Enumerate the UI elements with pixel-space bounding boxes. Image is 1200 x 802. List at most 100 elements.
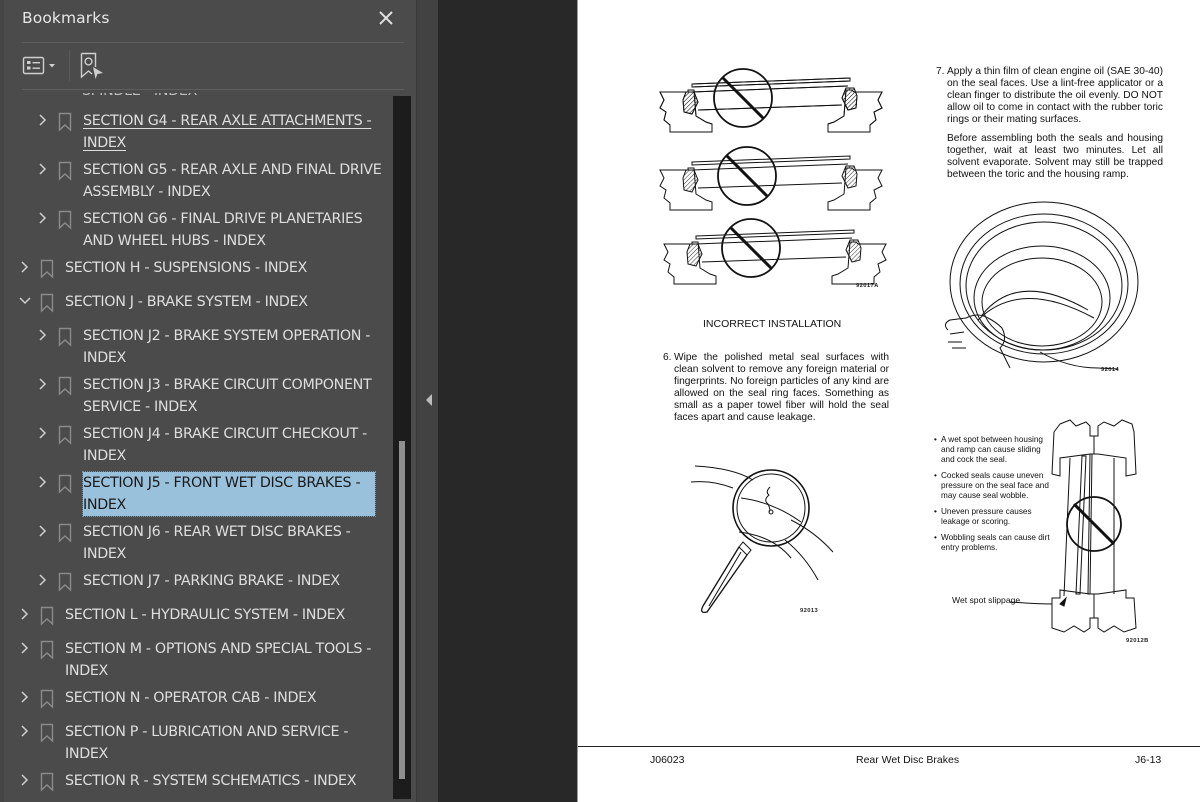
- chevron-down-icon[interactable]: [18, 294, 32, 308]
- bookmark-label-line: SECTION J5 - FRONT WET DISC BRAKES -: [83, 475, 361, 491]
- bookmark-label-line: INDEX: [83, 546, 126, 562]
- bookmark-label-line: SECTION N - OPERATOR CAB - INDEX: [65, 690, 317, 706]
- bookmark-item[interactable]: SECTION J2 - BRAKE SYSTEM OPERATION - IND…: [0, 325, 396, 369]
- bookmark-label[interactable]: SECTION M - OPTIONS AND SPECIAL TOOLS - I…: [65, 638, 371, 682]
- bookmark-icon: [58, 376, 72, 396]
- bookmark-item[interactable]: SECTION M - OPTIONS AND SPECIAL TOOLS - I…: [0, 638, 396, 682]
- bookmark-label-line: AND WHEEL HUBS - INDEX: [83, 233, 266, 249]
- divider: [22, 42, 404, 43]
- bookmark-label[interactable]: SECTION L - HYDRAULIC SYSTEM - INDEX: [65, 604, 345, 626]
- step-7-note: Before assembling both the seals and hou…: [947, 133, 1163, 181]
- chevron-right-icon[interactable]: [36, 475, 50, 489]
- bookmark-icon: [58, 210, 72, 230]
- options-menu-button[interactable]: [22, 53, 62, 79]
- bookmark-icon: [40, 293, 54, 313]
- seal-ring-figure: [938, 200, 1138, 375]
- bookmark-label[interactable]: SECTION R - SYSTEM SCHEMATICS - INDEX: [65, 770, 357, 792]
- bookmark-label[interactable]: SECTION J - BRAKE SYSTEM - INDEX: [65, 291, 308, 313]
- bookmark-label[interactable]: SECTION P - LUBRICATION AND SERVICE - IND…: [65, 721, 349, 765]
- collapse-arrow-icon[interactable]: [425, 393, 433, 407]
- find-current-bookmark-button[interactable]: [78, 51, 106, 81]
- bookmark-label-line: SECTION G6 - FINAL DRIVE PLANETARIES: [83, 211, 363, 227]
- bookmark-label-line: INDEX: [65, 663, 108, 679]
- bookmark-label-line: ASSEMBLY - INDEX: [83, 184, 211, 200]
- bookmark-item[interactable]: SECTION R - SYSTEM SCHEMATICS - INDEX: [0, 770, 396, 792]
- chevron-right-icon[interactable]: [18, 773, 32, 787]
- bookmark-label-line: SECTION J2 - BRAKE SYSTEM OPERATION -: [83, 328, 371, 344]
- bookmark-label[interactable]: SECTION J3 - BRAKE CIRCUIT COMPONENT SERV…: [83, 374, 372, 418]
- chevron-right-icon[interactable]: [36, 162, 50, 176]
- bookmark-label[interactable]: SECTION N - OPERATOR CAB - INDEX: [65, 687, 317, 709]
- bookmark-item[interactable]: SECTION J6 - REAR WET DISC BRAKES - INDEX: [0, 521, 396, 565]
- bookmark-icon: [58, 161, 72, 181]
- chevron-right-icon[interactable]: [18, 641, 32, 655]
- bookmark-label-line: SECTION J7 - PARKING BRAKE - INDEX: [83, 573, 340, 589]
- bookmark-label-line: SECTION J4 - BRAKE CIRCUIT CHECKOUT -: [83, 426, 367, 442]
- figure-caption: INCORRECT INSTALLATION: [703, 318, 842, 330]
- divider: [22, 89, 404, 90]
- chevron-right-icon[interactable]: [36, 573, 50, 587]
- bookmark-item[interactable]: SECTION G5 - REAR AXLE AND FINAL DRIVE AS…: [0, 159, 396, 203]
- chevron-right-icon[interactable]: [36, 328, 50, 342]
- chevron-right-icon[interactable]: [36, 426, 50, 440]
- footer-page-number: J6-13: [1135, 754, 1162, 766]
- bookmark-item[interactable]: SECTION J5 - FRONT WET DISC BRAKES - INDE…: [0, 471, 396, 517]
- figure-id: 92017A: [856, 283, 879, 289]
- bookmark-label-line: INDEX: [83, 135, 126, 151]
- bookmark-label-line: SECTION R - SYSTEM SCHEMATICS - INDEX: [65, 773, 357, 789]
- bookmark-label-line: INDEX: [83, 497, 126, 513]
- toolbar-separator: [69, 50, 70, 81]
- bookmark-icon: [40, 259, 54, 279]
- step-text: Wipe the polished metal seal surfaces wi…: [674, 352, 889, 424]
- bookmark-label[interactable]: SECTION J6 - REAR WET DISC BRAKES - INDEX: [83, 521, 351, 565]
- bookmark-label[interactable]: SECTION G4 - REAR AXLE ATTACHMENTS - INDE…: [83, 110, 372, 154]
- wet-spot-label: Wet spot slippage: [952, 595, 1021, 605]
- chevron-right-icon[interactable]: [36, 524, 50, 538]
- close-panel-button[interactable]: [375, 8, 397, 30]
- bookmark-label[interactable]: SECTION J2 - BRAKE SYSTEM OPERATION - IND…: [83, 325, 370, 369]
- find-current-bookmark-icon: [80, 52, 103, 79]
- chevron-right-icon[interactable]: [18, 690, 32, 704]
- chevron-right-icon[interactable]: [18, 260, 32, 274]
- bookmark-label[interactable]: SECTION J7 - PARKING BRAKE - INDEX: [83, 570, 340, 592]
- options-list-icon: [22, 56, 55, 75]
- bookmark-label[interactable]: SECTION G5 - REAR AXLE AND FINAL DRIVE AS…: [83, 159, 382, 203]
- bookmark-label[interactable]: SECTION H - SUSPENSIONS - INDEX: [65, 257, 307, 279]
- bookmark-icon: [40, 606, 54, 626]
- dropdown-caret-icon: [49, 64, 55, 68]
- bookmark-item[interactable]: SECTION N - OPERATOR CAB - INDEX: [0, 687, 396, 709]
- bookmark-item[interactable]: SECTION J4 - BRAKE CIRCUIT CHECKOUT - IND…: [0, 423, 396, 467]
- bookmark-label[interactable]: SECTION G6 - FINAL DRIVE PLANETARIES AND …: [83, 208, 363, 252]
- bookmark-label-line: INDEX: [65, 746, 108, 762]
- bookmark-item[interactable]: SECTION J7 - PARKING BRAKE - INDEX: [0, 570, 396, 592]
- figure-id: 92012B: [1126, 638, 1149, 644]
- bookmark-item[interactable]: SECTION J - BRAKE SYSTEM - INDEX: [0, 291, 396, 313]
- chevron-right-icon[interactable]: [36, 377, 50, 391]
- bookmark-item[interactable]: SECTION L - HYDRAULIC SYSTEM - INDEX: [0, 604, 396, 626]
- bookmark-label[interactable]: SECTION J5 - FRONT WET DISC BRAKES - INDE…: [82, 471, 376, 517]
- seal-diagram-2: [659, 155, 883, 211]
- chevron-right-icon[interactable]: [18, 607, 32, 621]
- step-6: 6. Wipe the polished metal seal surfaces…: [663, 352, 889, 425]
- bookmark-item[interactable]: SECTION P - LUBRICATION AND SERVICE - IND…: [0, 721, 396, 765]
- bookmark-item[interactable]: SECTION G6 - FINAL DRIVE PLANETARIES AND …: [0, 208, 396, 252]
- footer-rule: [578, 746, 1200, 747]
- figure-id: 92014: [1101, 367, 1120, 373]
- bookmark-label-line: SECTION J - BRAKE SYSTEM - INDEX: [65, 294, 308, 310]
- chevron-right-icon[interactable]: [36, 211, 50, 225]
- bookmark-item[interactable]: SECTION G4 - REAR AXLE ATTACHMENTS - INDE…: [0, 110, 396, 154]
- bookmark-label-partial: SPINDLE - INDEX: [82, 93, 197, 102]
- document-page: 92017A INCORRECT INSTALLATION 6. Wipe th…: [577, 0, 1200, 802]
- bookmark-label-line: INDEX: [83, 350, 126, 366]
- step-7: 7. Apply a thin film of clean engine oil…: [936, 66, 1163, 126]
- bookmark-item[interactable]: SECTION H - SUSPENSIONS - INDEX: [0, 257, 396, 279]
- bookmark-label-line: SECTION L - HYDRAULIC SYSTEM - INDEX: [65, 607, 345, 623]
- bookmark-item[interactable]: SECTION J3 - BRAKE CIRCUIT COMPONENT SERV…: [0, 374, 396, 418]
- chevron-right-icon[interactable]: [36, 113, 50, 127]
- bookmark-label[interactable]: SECTION J4 - BRAKE CIRCUIT CHECKOUT - IND…: [83, 423, 367, 467]
- step-number: 6.: [663, 352, 672, 363]
- bookmark-icon: [58, 112, 72, 132]
- chevron-right-icon[interactable]: [18, 724, 32, 738]
- bookmark-label-line: SECTION P - LUBRICATION AND SERVICE -: [65, 724, 349, 740]
- scrollbar-thumb[interactable]: [399, 441, 405, 779]
